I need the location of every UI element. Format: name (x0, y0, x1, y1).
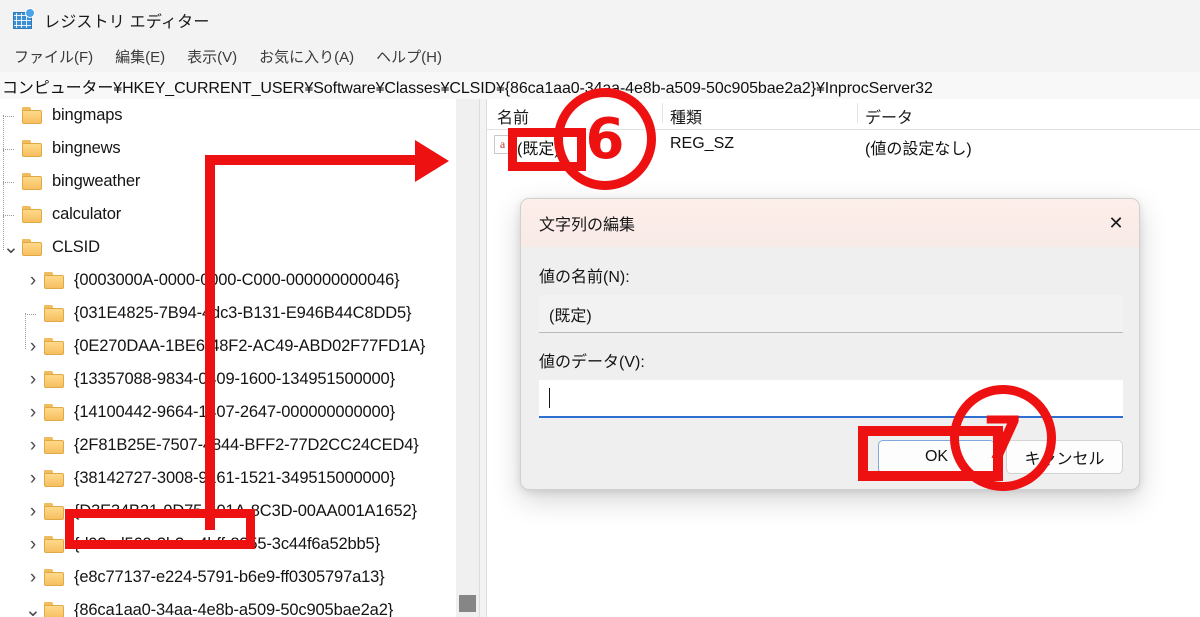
tree-item-label: CLSID (52, 238, 100, 256)
tree-vertical-scrollbar[interactable] (456, 99, 479, 617)
folder-icon (44, 470, 66, 487)
folder-icon (44, 371, 66, 388)
values-column-header: 名前 種類 データ (487, 99, 1200, 130)
dialog-titlebar: 文字列の編集 ✕ (521, 199, 1139, 247)
tree-item-label: {2F81B25E-7507-4844-BFF2-77D2CC24CED4} (74, 436, 419, 454)
column-header-data[interactable]: データ (865, 104, 913, 128)
folder-icon (44, 272, 66, 289)
chevron-right-icon[interactable]: › (22, 567, 44, 589)
tree-item-label: {0003000A-0000-0000-C000-000000000046} (74, 271, 400, 289)
chevron-right-icon[interactable]: › (22, 435, 44, 457)
menu-favorites[interactable]: お気に入り(A) (248, 43, 365, 70)
tree-item-label: {d93ed569-3b3e-4bff-8355-3c44f6a52bb5} (74, 535, 380, 553)
edit-string-dialog: 文字列の編集 ✕ 値の名前(N): (既定) 値のデータ(V): OK キャンセ… (520, 198, 1140, 490)
menubar: ファイル(F) 編集(E) 表示(V) お気に入り(A) ヘルプ(H) (0, 40, 1200, 72)
tree-item[interactable]: › {0003000A-0000-0000-C000-000000000046} (0, 264, 456, 297)
window-titlebar: レジストリ エディター (0, 0, 1200, 40)
chevron-down-icon[interactable]: ⌄ (22, 601, 44, 617)
folder-icon (44, 437, 66, 454)
tree-item[interactable]: calculator (0, 198, 456, 250)
folder-icon (44, 338, 66, 355)
column-header-name[interactable]: 名前 (497, 104, 529, 128)
dialog-title: 文字列の編集 (539, 217, 636, 234)
folder-icon (44, 602, 66, 617)
folder-icon (22, 140, 44, 157)
value-name-label: 値の名前(N): (539, 269, 630, 286)
cancel-button[interactable]: キャンセル (1006, 440, 1123, 474)
menu-edit[interactable]: 編集(E) (104, 43, 176, 70)
tree-item-label: {14100442-9664-1407-2647-000000000000} (74, 403, 395, 421)
value-data-label: 値のデータ(V): (539, 354, 645, 371)
folder-icon (22, 239, 44, 256)
tree-item[interactable]: › {14100442-9664-1407-2647-000000000000} (0, 396, 456, 429)
tree-item[interactable]: ⌄ CLSID (0, 231, 456, 264)
chevron-right-icon[interactable]: › (22, 270, 44, 292)
folder-icon (44, 536, 66, 553)
tree-item-label: bingnews (52, 139, 121, 157)
dialog-body: 値の名前(N): (既定) 値のデータ(V): OK キャンセル (521, 247, 1139, 489)
registry-editor-window: レジストリ エディター ファイル(F) 編集(E) 表示(V) お気に入り(A)… (0, 0, 1200, 617)
chevron-right-icon[interactable]: › (22, 468, 44, 490)
value-name: (既定) (517, 141, 560, 158)
tree-item-label: calculator (52, 205, 122, 223)
tree-item-label: bingmaps (52, 106, 123, 124)
menu-help[interactable]: ヘルプ(H) (365, 43, 453, 70)
folder-icon (22, 206, 44, 223)
column-header-type[interactable]: 種類 (670, 104, 702, 128)
tree-item[interactable]: bingnews (0, 132, 456, 184)
tree-item[interactable]: › {0E270DAA-1BE6-48F2-AC49-ABD02F77FD1A} (0, 330, 456, 363)
value-data-input[interactable] (539, 380, 1123, 418)
tree-item[interactable]: › {e8c77137-e224-5791-b6e9-ff0305797a13} (0, 561, 456, 594)
chevron-right-icon[interactable]: › (22, 369, 44, 391)
tree-item[interactable]: › {38142727-3008-9161-1521-349515000000} (0, 462, 456, 495)
tree-item-label: {86ca1aa0-34aa-4e8b-a509-50c905bae2a2} (74, 601, 394, 617)
folder-icon (44, 569, 66, 586)
tree-item-label: {031E4825-7B94-4dc3-B131-E946B44C8DD5} (74, 304, 412, 322)
pane-splitter[interactable] (479, 99, 487, 617)
string-value-icon: a (494, 135, 511, 154)
table-row[interactable]: a (既定) REG_SZ (値の設定なし) (487, 131, 1200, 161)
value-data: (値の設定なし) (865, 141, 972, 158)
menu-file[interactable]: ファイル(F) (3, 43, 104, 70)
value-type: REG_SZ (670, 135, 735, 152)
address-path: コンピューター¥HKEY_CURRENT_USER¥Software¥Class… (2, 79, 933, 97)
folder-icon (44, 503, 66, 520)
tree-scrollbar-thumb[interactable] (459, 595, 476, 612)
tree-item-label: {13357088-9834-0409-1600-134951500000} (74, 370, 395, 388)
chevron-right-icon[interactable]: › (22, 534, 44, 556)
tree-item[interactable]: ⌄ {86ca1aa0-34aa-4e8b-a509-50c905bae2a2} (0, 594, 456, 617)
registry-tree-pane[interactable]: bingmaps bingnews bingweather calculator ⌄ CL… (0, 99, 456, 617)
tree-item[interactable]: bingweather (0, 165, 456, 217)
tree-item-label: {e8c77137-e224-5791-b6e9-ff0305797a13} (74, 568, 385, 586)
address-bar[interactable]: コンピューター¥HKEY_CURRENT_USER¥Software¥Class… (0, 72, 1200, 100)
tree-item-label: bingweather (52, 172, 141, 190)
chevron-down-icon[interactable]: ⌄ (0, 238, 22, 257)
folder-icon (44, 404, 66, 421)
chevron-right-icon[interactable]: › (22, 501, 44, 523)
folder-icon (22, 173, 44, 190)
tree-item[interactable]: bingmaps (0, 99, 456, 151)
chevron-right-icon[interactable]: › (22, 402, 44, 424)
chevron-right-icon[interactable]: › (22, 336, 44, 358)
folder-icon (22, 107, 44, 124)
value-name-input-text: (既定) (549, 307, 592, 325)
ok-button[interactable]: OK (878, 440, 995, 474)
tree-item-label: {0E270DAA-1BE6-48F2-AC49-ABD02F77FD1A} (74, 337, 426, 355)
menu-view[interactable]: 表示(V) (176, 43, 248, 70)
tree-item[interactable]: › {2F81B25E-7507-4844-BFF2-77D2CC24CED4} (0, 429, 456, 462)
value-name-input[interactable]: (既定) (539, 295, 1123, 333)
text-caret (549, 388, 550, 408)
window-title: レジストリ エディター (44, 14, 210, 31)
tree-item[interactable]: › {D3E34B21-9D75-101A-8C3D-00AA001A1652} (0, 495, 456, 528)
close-icon[interactable]: ✕ (1093, 199, 1139, 247)
tree-item-label: {D3E34B21-9D75-101A-8C3D-00AA001A1652} (74, 502, 417, 520)
tree-item[interactable]: › {13357088-9834-0409-1600-134951500000} (0, 363, 456, 396)
tree-item-label: {38142727-3008-9161-1521-349515000000} (74, 469, 395, 487)
registry-editor-icon (12, 8, 35, 31)
folder-icon (44, 305, 66, 322)
tree-item[interactable]: › {d93ed569-3b3e-4bff-8355-3c44f6a52bb5} (0, 528, 456, 561)
tree-item[interactable]: {031E4825-7B94-4dc3-B131-E946B44C8DD5} (0, 297, 456, 349)
